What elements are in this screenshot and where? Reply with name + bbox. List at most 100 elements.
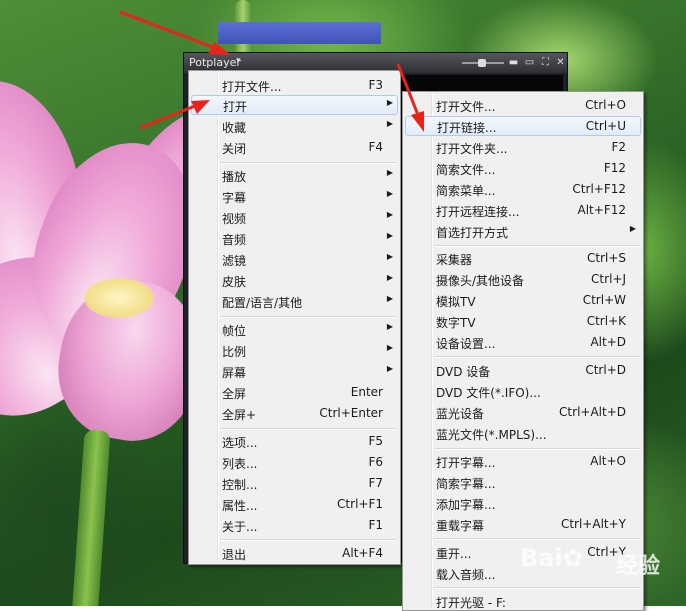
menu-item-control[interactable]: 控制... F7 <box>191 473 398 493</box>
menu-item-skins[interactable]: 皮肤 ▶ <box>191 270 398 290</box>
menu-item-favorites[interactable]: 收藏 ▶ <box>191 116 398 136</box>
submenu-arrow-icon: ▶ <box>386 231 393 240</box>
menu-item-label: DVD 文件(*.IFO)... <box>436 386 541 400</box>
submenu-arrow-icon: ▶ <box>386 210 393 219</box>
menu-item-shortcut: F1 <box>368 518 383 532</box>
menu-item-label: 关于... <box>222 520 258 534</box>
menu-separator <box>220 539 397 541</box>
menu-item-label: 首选打开方式 <box>436 226 509 240</box>
menu-item-playback[interactable]: 播放 ▶ <box>191 165 398 185</box>
submenu-item-simple-menu[interactable]: 简索菜单... Ctrl+F12 <box>405 179 641 199</box>
submenu-item-open-folder[interactable]: 打开文件夹... F2 <box>405 137 641 157</box>
submenu-item-analog-tv[interactable]: 模拟TV Ctrl+W <box>405 290 641 310</box>
menu-item-label: 打开文件... <box>222 80 282 94</box>
menu-item-shortcut: Alt+D <box>590 335 626 349</box>
fullscreen-button[interactable]: ⛶ <box>539 56 552 69</box>
menu-item-config-language[interactable]: 配置/语言/其他 ▶ <box>191 291 398 311</box>
menu-item-fullscreen-plus[interactable]: 全屏+ Ctrl+Enter <box>191 403 398 423</box>
menu-item-video[interactable]: 视频 ▶ <box>191 207 398 227</box>
open-submenu: 打开文件... Ctrl+O 打开链接... Ctrl+U 打开文件夹... F… <box>402 91 644 611</box>
menu-item-about[interactable]: 关于... F1 <box>191 515 398 535</box>
watermark: Bai✿ 经验 <box>520 540 680 586</box>
menu-item-label: 滤镜 <box>222 254 247 268</box>
app-title[interactable]: Potplayer <box>189 56 241 69</box>
menu-item-filters[interactable]: 滤镜 ▶ <box>191 249 398 269</box>
menu-item-label: 添加字幕... <box>436 498 496 512</box>
menu-item-playlist[interactable]: 列表... F6 <box>191 452 398 472</box>
menu-item-label: 选项... <box>222 436 258 450</box>
menu-item-shortcut: Ctrl+J <box>591 272 626 286</box>
submenu-arrow-icon: ▶ <box>386 343 393 352</box>
maximize-button[interactable]: ▭ <box>523 56 536 69</box>
submenu-item-open-file[interactable]: 打开文件... Ctrl+O <box>405 95 641 115</box>
submenu-item-dvd-device[interactable]: DVD 设备 Ctrl+D <box>405 360 641 380</box>
menu-item-label: 退出 <box>222 548 247 562</box>
watermark-logo: Bai✿ <box>520 544 583 572</box>
menu-item-shortcut: Ctrl+F1 <box>337 497 383 511</box>
menu-item-options[interactable]: 选项... F5 <box>191 431 398 451</box>
menu-item-label: 控制... <box>222 478 258 492</box>
menu-item-shortcut: Ctrl+K <box>586 314 626 328</box>
menu-item-label: 重开... <box>436 547 472 561</box>
menu-item-screen[interactable]: 屏幕 ▶ <box>191 361 398 381</box>
menu-item-label: 皮肤 <box>222 275 247 289</box>
submenu-arrow-icon: ▶ <box>386 189 393 198</box>
menu-item-frame-position[interactable]: 帧位 ▶ <box>191 319 398 339</box>
menu-item-close[interactable]: 关闭 F4 <box>191 137 398 157</box>
menu-separator <box>434 587 640 589</box>
menu-separator <box>220 428 397 430</box>
submenu-item-open-drive[interactable]: 打开光驱 - F: <box>405 591 641 611</box>
menu-item-shortcut: Ctrl+O <box>585 98 626 112</box>
title-menu-dropdown-icon[interactable]: ▾ <box>236 56 241 66</box>
submenu-item-remote-connection[interactable]: 打开远程连接... Alt+F12 <box>405 200 641 220</box>
submenu-item-simple-subtitle[interactable]: 简索字幕... <box>405 472 641 492</box>
submenu-item-digital-tv[interactable]: 数字TV Ctrl+K <box>405 311 641 331</box>
submenu-item-capture[interactable]: 采集器 Ctrl+S <box>405 248 641 268</box>
menu-item-label: 音频 <box>222 233 247 247</box>
menu-item-exit[interactable]: 退出 Alt+F4 <box>191 543 398 563</box>
menu-item-fullscreen[interactable]: 全屏 Enter <box>191 382 398 402</box>
menu-item-shortcut: Ctrl+F12 <box>572 182 626 196</box>
menu-item-label: 模拟TV <box>436 295 476 309</box>
volume-slider-handle[interactable] <box>478 59 486 67</box>
menu-item-shortcut: Ctrl+Alt+Y <box>560 517 626 531</box>
submenu-arrow-icon: ▶ <box>386 322 393 331</box>
menu-item-open-file[interactable]: 打开文件... F3 <box>191 75 398 95</box>
menu-item-label: 帧位 <box>222 324 247 338</box>
submenu-item-device-settings[interactable]: 设备设置... Alt+D <box>405 332 641 352</box>
menu-item-shortcut: Ctrl+W <box>582 293 626 307</box>
menu-item-shortcut: Alt+F12 <box>577 203 626 217</box>
submenu-item-camera[interactable]: 摄像头/其他设备 Ctrl+J <box>405 269 641 289</box>
menu-item-label: 打开链接... <box>437 121 497 135</box>
submenu-item-simple-file[interactable]: 简索文件... F12 <box>405 158 641 178</box>
menu-item-label: 打开 <box>223 100 248 114</box>
submenu-item-preferred-open[interactable]: 首选打开方式 ▶ <box>405 221 641 241</box>
lotus-core <box>84 278 154 318</box>
menu-item-shortcut: Ctrl+D <box>585 363 626 377</box>
menu-separator <box>220 162 397 164</box>
menu-item-aspect-ratio[interactable]: 比例 ▶ <box>191 340 398 360</box>
menu-item-label: 全屏+ <box>222 408 257 422</box>
menu-separator <box>220 316 397 318</box>
menu-item-label: 简索文件... <box>436 163 496 177</box>
submenu-item-dvd-file[interactable]: DVD 文件(*.IFO)... <box>405 381 641 401</box>
menu-item-label: 比例 <box>222 345 247 359</box>
menu-item-open[interactable]: 打开 ▶ <box>191 95 398 115</box>
lotus-stem <box>71 429 111 606</box>
menu-item-shortcut: Ctrl+S <box>586 251 626 265</box>
menu-item-shortcut: Alt+F4 <box>342 546 383 560</box>
menu-item-subtitles[interactable]: 字幕 ▶ <box>191 186 398 206</box>
submenu-item-bluray-file[interactable]: 蓝光文件(*.MPLS)... <box>405 423 641 443</box>
menu-item-label: 载入音频... <box>436 568 496 582</box>
menu-item-shortcut: Ctrl+U <box>585 119 626 133</box>
menu-item-properties[interactable]: 属性... Ctrl+F1 <box>191 494 398 514</box>
submenu-item-add-subtitle[interactable]: 添加字幕... <box>405 493 641 513</box>
submenu-item-open-subtitle[interactable]: 打开字幕... Alt+O <box>405 451 641 471</box>
submenu-item-bluray-device[interactable]: 蓝光设备 Ctrl+Alt+D <box>405 402 641 422</box>
submenu-item-open-url[interactable]: 打开链接... Ctrl+U <box>405 116 641 136</box>
menu-item-audio[interactable]: 音频 ▶ <box>191 228 398 248</box>
minimize-button[interactable]: ▬ <box>507 56 520 69</box>
close-button[interactable]: ✕ <box>554 56 567 69</box>
submenu-item-reload-subtitle[interactable]: 重载字幕 Ctrl+Alt+Y <box>405 514 641 534</box>
menu-item-shortcut: F12 <box>603 161 626 175</box>
